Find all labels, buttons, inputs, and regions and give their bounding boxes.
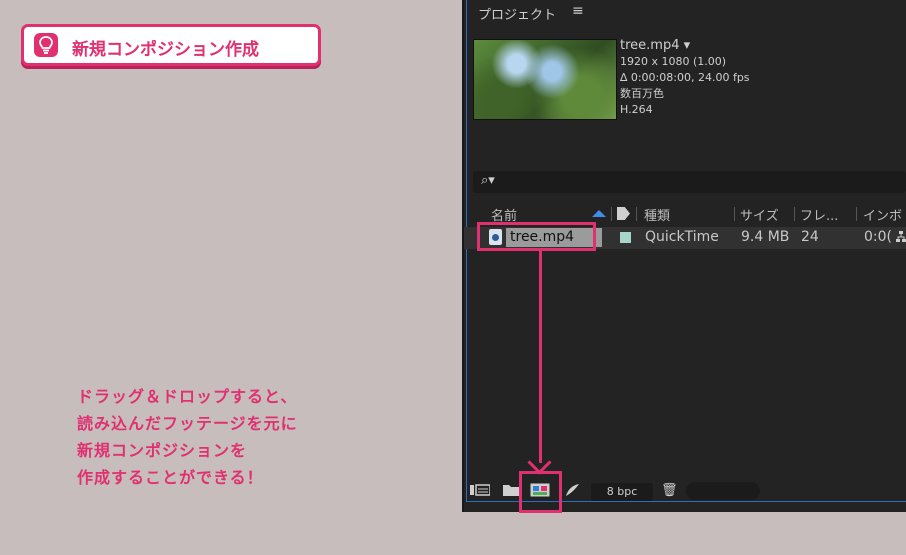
project-panel: プロジェクト ≡ tree.mp4 ▾ 1920 x 1080 (1.00) ∆… [462,0,906,512]
column-divider[interactable] [794,207,795,221]
footage-resolution: 1920 x 1080 (1.00) [620,55,727,68]
note-line: 新規コンポジションを [77,441,248,460]
trash-icon[interactable]: 🗑 [661,483,678,498]
bit-depth-button[interactable]: 8 bpc [591,483,653,501]
tip-title: 新規コンポジション作成 [72,40,259,60]
row-size: 9.4 MB [741,229,790,245]
instruction-note: ドラッグ＆ドロップすると、 読み込んだフッテージを元に 新規コンポジションを 作… [77,383,298,491]
label-tag-icon[interactable] [617,207,630,220]
row-frame-rate: 24 [801,229,819,245]
toolbar-scroll-slider[interactable] [686,482,760,500]
footage-codec: H.264 [620,103,653,116]
lightbulb-icon [34,33,58,57]
highlight-footage-item [477,222,596,251]
search-icon[interactable]: ⌕▾ [481,173,495,188]
footage-info: tree.mp4 ▾ 1920 x 1080 (1.00) ∆ 0:00:08:… [620,37,750,118]
highlight-new-composition-button [519,471,562,513]
footage-thumbnail [473,39,617,120]
panel-title[interactable]: プロジェクト [478,4,556,23]
search-input[interactable]: ⌕▾ [473,171,906,193]
column-in-point[interactable]: インボ [863,205,902,224]
note-line: 作成することができる！ [77,468,264,487]
column-divider[interactable] [636,207,637,221]
column-divider[interactable] [856,207,857,221]
column-divider[interactable] [611,207,612,221]
note-line: ドラッグ＆ドロップすると、 [77,387,298,406]
flowchart-icon[interactable] [564,483,580,501]
interpret-footage-icon[interactable] [470,483,491,501]
footage-name[interactable]: tree.mp4 ▾ [620,37,750,54]
panel-menu-icon[interactable]: ≡ [572,3,584,19]
column-type[interactable]: 種類 [644,205,670,224]
footage-colors: 数百万色 [620,87,664,100]
network-icon [896,231,906,246]
sort-ascending-icon[interactable] [592,210,606,217]
column-frame-rate[interactable]: フレ... [800,205,838,224]
column-divider[interactable] [734,207,735,221]
tip-badge: 新規コンポジション作成 [21,24,321,66]
label-color-swatch[interactable] [620,232,631,243]
note-line: 読み込んだフッテージを元に [77,414,298,433]
column-size[interactable]: サイズ [740,205,779,224]
drag-arrow-shaft [539,251,542,463]
footage-duration: ∆ 0:00:08:00, 24.00 fps [620,71,750,84]
row-in-point: 0:0( [864,229,892,245]
row-type: QuickTime [645,229,719,245]
